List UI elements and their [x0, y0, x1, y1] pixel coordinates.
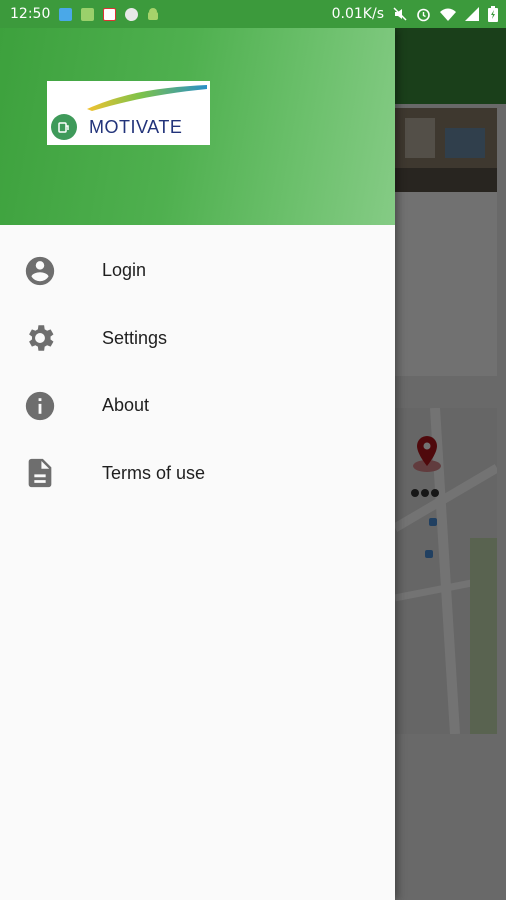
menu-label-about: About	[102, 395, 150, 416]
menu-label-login: Login	[102, 260, 147, 281]
menu-label-terms: Terms of use	[102, 462, 206, 483]
status-bar: 12:50 0.01K/s	[0, 0, 506, 28]
menu-item-about[interactable]: About	[0, 372, 395, 440]
signal-icon	[465, 7, 479, 21]
gear-icon	[22, 320, 58, 356]
drawer-header: MOTIVATE	[0, 28, 395, 225]
menu-item-terms[interactable]: Terms of use	[0, 440, 395, 508]
chrome-icon	[125, 7, 139, 21]
network-speed: 0.01K/s	[331, 6, 384, 22]
drawer-menu: Login Settings About Terms of use	[0, 225, 395, 507]
app-logo: MOTIVATE	[47, 81, 210, 145]
logo-swoosh-icon	[87, 85, 207, 111]
alarm-icon	[416, 7, 431, 22]
scrim-overlay[interactable]	[395, 28, 506, 900]
document-icon	[22, 455, 58, 491]
info-icon	[22, 388, 58, 424]
navigation-drawer: MOTIVATE Login Settings About Terms of u…	[0, 28, 395, 900]
notification-blue-icon	[59, 7, 73, 21]
menu-item-settings[interactable]: Settings	[0, 305, 395, 373]
android-icon	[147, 7, 159, 21]
logo-charger-icon	[51, 114, 77, 140]
gmail-icon	[103, 7, 117, 21]
menu-label-settings: Settings	[102, 327, 168, 348]
mute-icon	[393, 7, 407, 21]
wifi-icon	[440, 8, 456, 21]
status-time: 12:50	[10, 6, 51, 22]
battery-charging-icon	[488, 6, 498, 22]
account-circle-icon	[22, 253, 58, 289]
menu-item-login[interactable]: Login	[0, 237, 395, 305]
battery-saver-icon	[81, 7, 95, 21]
logo-text: MOTIVATE	[89, 117, 183, 137]
